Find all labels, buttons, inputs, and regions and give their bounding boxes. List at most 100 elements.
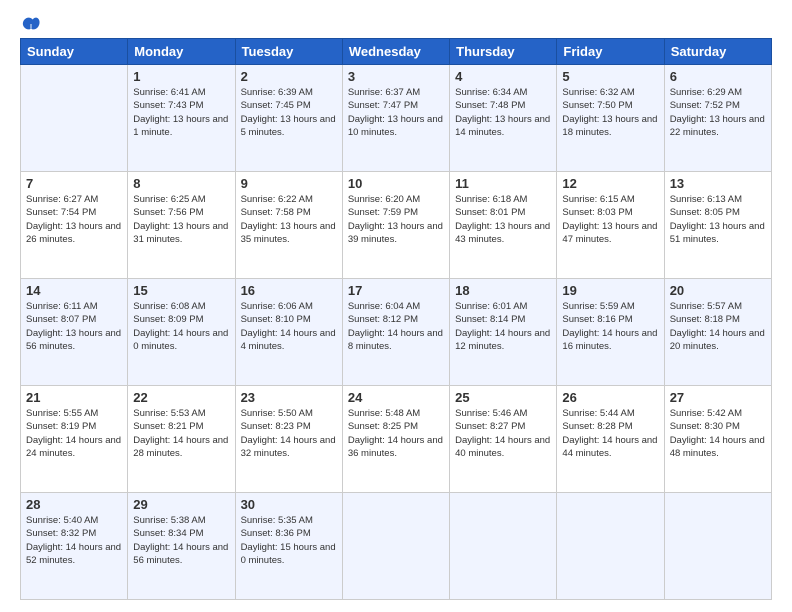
calendar-cell: 13 Sunrise: 6:13 AMSunset: 8:05 PMDayligh… [664, 172, 771, 279]
calendar-day-header: Thursday [450, 39, 557, 65]
day-number: 13 [670, 176, 766, 191]
day-number: 11 [455, 176, 551, 191]
calendar-day-header: Sunday [21, 39, 128, 65]
calendar-cell: 1 Sunrise: 6:41 AMSunset: 7:43 PMDaylight… [128, 65, 235, 172]
day-info: Sunrise: 5:42 AMSunset: 8:30 PMDaylight:… [670, 407, 766, 460]
day-number: 3 [348, 69, 444, 84]
day-number: 25 [455, 390, 551, 405]
day-info: Sunrise: 5:44 AMSunset: 8:28 PMDaylight:… [562, 407, 658, 460]
calendar-cell: 16 Sunrise: 6:06 AMSunset: 8:10 PMDayligh… [235, 279, 342, 386]
day-info: Sunrise: 5:46 AMSunset: 8:27 PMDaylight:… [455, 407, 551, 460]
calendar-cell [342, 493, 449, 600]
day-info: Sunrise: 5:38 AMSunset: 8:34 PMDaylight:… [133, 514, 229, 567]
calendar-cell: 7 Sunrise: 6:27 AMSunset: 7:54 PMDaylight… [21, 172, 128, 279]
calendar-cell: 14Sunrise: 6:11 AMSunset: 8:07 PMDayligh… [21, 279, 128, 386]
calendar-cell: 2 Sunrise: 6:39 AMSunset: 7:45 PMDaylight… [235, 65, 342, 172]
day-info: Sunrise: 6:04 AMSunset: 8:12 PMDaylight:… [348, 300, 444, 353]
calendar-cell: 12 Sunrise: 6:15 AMSunset: 8:03 PMDayligh… [557, 172, 664, 279]
calendar-cell: 5 Sunrise: 6:32 AMSunset: 7:50 PMDaylight… [557, 65, 664, 172]
logo [20, 16, 40, 32]
day-info: Sunrise: 6:13 AMSunset: 8:05 PMDaylight:… [670, 193, 766, 246]
day-number: 15 [133, 283, 229, 298]
page: SundayMondayTuesdayWednesdayThursdayFrid… [0, 0, 792, 612]
day-info: Sunrise: 5:40 AMSunset: 8:32 PMDaylight:… [26, 514, 122, 567]
day-number: 12 [562, 176, 658, 191]
day-info: Sunrise: 6:27 AMSunset: 7:54 PMDaylight:… [26, 193, 122, 246]
day-info: Sunrise: 6:37 AMSunset: 7:47 PMDaylight:… [348, 86, 444, 139]
calendar-cell: 3 Sunrise: 6:37 AMSunset: 7:47 PMDaylight… [342, 65, 449, 172]
day-number: 19 [562, 283, 658, 298]
day-info: Sunrise: 6:22 AMSunset: 7:58 PMDaylight:… [241, 193, 337, 246]
calendar-cell: 15 Sunrise: 6:08 AMSunset: 8:09 PMDayligh… [128, 279, 235, 386]
calendar-cell: 6 Sunrise: 6:29 AMSunset: 7:52 PMDaylight… [664, 65, 771, 172]
header [20, 16, 772, 32]
calendar-day-header: Tuesday [235, 39, 342, 65]
day-number: 7 [26, 176, 122, 191]
day-info: Sunrise: 5:53 AMSunset: 8:21 PMDaylight:… [133, 407, 229, 460]
day-info: Sunrise: 6:15 AMSunset: 8:03 PMDaylight:… [562, 193, 658, 246]
calendar-cell: 18Sunrise: 6:01 AMSunset: 8:14 PMDayligh… [450, 279, 557, 386]
day-info: Sunrise: 5:55 AMSunset: 8:19 PMDaylight:… [26, 407, 122, 460]
calendar-week-row: 1 Sunrise: 6:41 AMSunset: 7:43 PMDaylight… [21, 65, 772, 172]
day-number: 27 [670, 390, 766, 405]
calendar-day-header: Monday [128, 39, 235, 65]
day-number: 6 [670, 69, 766, 84]
day-info: Sunrise: 5:35 AMSunset: 8:36 PMDaylight:… [241, 514, 337, 567]
calendar-day-header: Friday [557, 39, 664, 65]
calendar-cell: 17Sunrise: 6:04 AMSunset: 8:12 PMDayligh… [342, 279, 449, 386]
day-number: 2 [241, 69, 337, 84]
day-number: 5 [562, 69, 658, 84]
day-number: 21 [26, 390, 122, 405]
day-number: 9 [241, 176, 337, 191]
calendar-cell: 24 Sunrise: 5:48 AMSunset: 8:25 PMDayligh… [342, 386, 449, 493]
day-number: 1 [133, 69, 229, 84]
day-info: Sunrise: 6:08 AMSunset: 8:09 PMDaylight:… [133, 300, 229, 353]
day-info: Sunrise: 6:39 AMSunset: 7:45 PMDaylight:… [241, 86, 337, 139]
day-number: 4 [455, 69, 551, 84]
calendar-cell [557, 493, 664, 600]
day-info: Sunrise: 5:59 AMSunset: 8:16 PMDaylight:… [562, 300, 658, 353]
day-info: Sunrise: 5:48 AMSunset: 8:25 PMDaylight:… [348, 407, 444, 460]
calendar-week-row: 7 Sunrise: 6:27 AMSunset: 7:54 PMDaylight… [21, 172, 772, 279]
calendar-cell: 25 Sunrise: 5:46 AMSunset: 8:27 PMDayligh… [450, 386, 557, 493]
calendar-cell: 21 Sunrise: 5:55 AMSunset: 8:19 PMDayligh… [21, 386, 128, 493]
calendar-cell [21, 65, 128, 172]
calendar-week-row: 28 Sunrise: 5:40 AMSunset: 8:32 PMDayligh… [21, 493, 772, 600]
day-number: 28 [26, 497, 122, 512]
calendar-cell: 4 Sunrise: 6:34 AMSunset: 7:48 PMDaylight… [450, 65, 557, 172]
calendar-cell: 27 Sunrise: 5:42 AMSunset: 8:30 PMDayligh… [664, 386, 771, 493]
day-info: Sunrise: 6:41 AMSunset: 7:43 PMDaylight:… [133, 86, 229, 139]
calendar-cell: 8 Sunrise: 6:25 AMSunset: 7:56 PMDaylight… [128, 172, 235, 279]
day-info: Sunrise: 6:18 AMSunset: 8:01 PMDaylight:… [455, 193, 551, 246]
calendar: SundayMondayTuesdayWednesdayThursdayFrid… [20, 38, 772, 600]
day-info: Sunrise: 6:34 AMSunset: 7:48 PMDaylight:… [455, 86, 551, 139]
calendar-cell [664, 493, 771, 600]
logo-bird-icon [22, 16, 40, 32]
day-info: Sunrise: 5:57 AMSunset: 8:18 PMDaylight:… [670, 300, 766, 353]
day-number: 26 [562, 390, 658, 405]
calendar-day-header: Wednesday [342, 39, 449, 65]
calendar-cell: 29Sunrise: 5:38 AMSunset: 8:34 PMDayligh… [128, 493, 235, 600]
day-info: Sunrise: 5:50 AMSunset: 8:23 PMDaylight:… [241, 407, 337, 460]
day-number: 8 [133, 176, 229, 191]
calendar-cell: 23 Sunrise: 5:50 AMSunset: 8:23 PMDayligh… [235, 386, 342, 493]
day-info: Sunrise: 6:06 AMSunset: 8:10 PMDaylight:… [241, 300, 337, 353]
day-info: Sunrise: 6:32 AMSunset: 7:50 PMDaylight:… [562, 86, 658, 139]
day-info: Sunrise: 6:25 AMSunset: 7:56 PMDaylight:… [133, 193, 229, 246]
day-info: Sunrise: 6:20 AMSunset: 7:59 PMDaylight:… [348, 193, 444, 246]
day-info: Sunrise: 6:01 AMSunset: 8:14 PMDaylight:… [455, 300, 551, 353]
calendar-cell [450, 493, 557, 600]
calendar-cell: 28 Sunrise: 5:40 AMSunset: 8:32 PMDayligh… [21, 493, 128, 600]
day-number: 24 [348, 390, 444, 405]
day-number: 30 [241, 497, 337, 512]
day-number: 22 [133, 390, 229, 405]
day-info: Sunrise: 6:29 AMSunset: 7:52 PMDaylight:… [670, 86, 766, 139]
calendar-cell: 26 Sunrise: 5:44 AMSunset: 8:28 PMDayligh… [557, 386, 664, 493]
calendar-header-row: SundayMondayTuesdayWednesdayThursdayFrid… [21, 39, 772, 65]
calendar-day-header: Saturday [664, 39, 771, 65]
logo-text [20, 16, 40, 32]
calendar-cell: 22 Sunrise: 5:53 AMSunset: 8:21 PMDayligh… [128, 386, 235, 493]
day-number: 14 [26, 283, 122, 298]
day-number: 16 [241, 283, 337, 298]
day-number: 23 [241, 390, 337, 405]
